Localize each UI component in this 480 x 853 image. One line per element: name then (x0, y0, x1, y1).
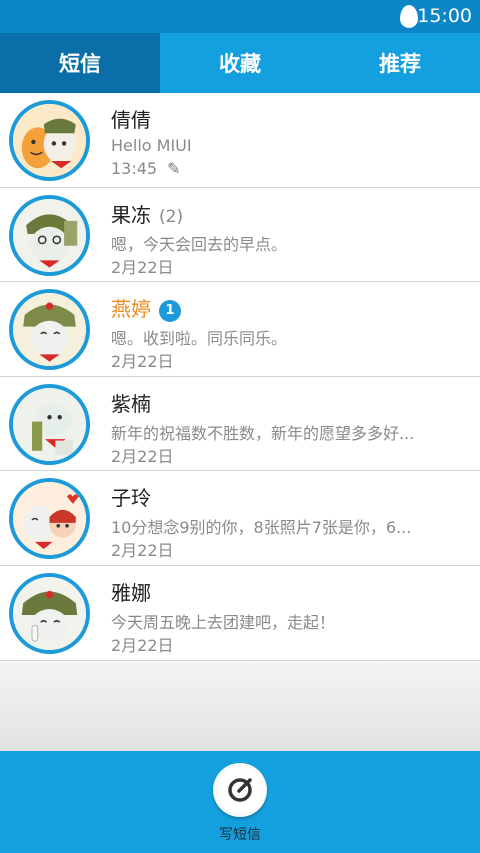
bottom-action-bar: 写短信 (0, 751, 480, 853)
egg-icon (400, 5, 418, 28)
message-preview: 10分想念9别的你，8张照片7张是你，6... (111, 518, 412, 538)
tab-sms[interactable]: 短信 (0, 33, 160, 93)
tab-recommended[interactable]: 推荐 (320, 33, 480, 93)
avatar[interactable] (9, 572, 90, 654)
contact-name: 燕婷 1 (111, 293, 181, 323)
empty-list-area (0, 661, 480, 751)
message-preview: Hello MIUI (111, 136, 192, 155)
avatar[interactable] (9, 289, 90, 371)
compose-label: 写短信 (219, 827, 261, 843)
message-time: 2月22日 (111, 257, 174, 277)
avatar[interactable] (9, 383, 90, 465)
message-time: 2月22日 (111, 541, 174, 561)
contact-name: 倩倩 (111, 108, 151, 132)
contact-name: 子玲 (111, 486, 151, 511)
contact-name: 果冻 (2) (111, 202, 184, 227)
unread-badge: 1 (159, 300, 181, 323)
message-time: 2月22日 (111, 635, 174, 655)
contact-name: 雅娜 (111, 580, 151, 605)
tab-favorites[interactable]: 收藏 (160, 33, 320, 93)
draft-pencil-icon: ✎ (167, 159, 181, 178)
status-time: 15:00 (417, 5, 472, 27)
avatar[interactable] (9, 194, 90, 276)
message-count: (2) (159, 206, 184, 227)
message-time: 2月22日 (111, 352, 174, 372)
conversation-row[interactable]: 倩倩 Hello MIUI 13:45 ✎ (0, 93, 480, 188)
conversation-row[interactable]: 燕婷 1 嗯。收到啦。同乐同乐。 2月22日 (0, 282, 480, 377)
conversation-row[interactable]: 雅娜 今天周五晚上去团建吧，走起！ 2月22日 (0, 565, 480, 661)
conversation-list: 倩倩 Hello MIUI 13:45 ✎ 果冻 (2) 嗯，今天会回去的早点。… (0, 93, 480, 661)
message-preview: 今天周五晚上去团建吧，走起！ (111, 612, 336, 632)
message-preview: 嗯。收到啦。同乐同乐。 (111, 329, 288, 349)
avatar[interactable] (9, 478, 90, 560)
tab-bar: 短信 收藏 推荐 (0, 33, 480, 93)
avatar[interactable] (9, 100, 90, 181)
compose-icon (228, 778, 252, 802)
message-preview: 嗯，今天会回去的早点。 (111, 234, 288, 254)
conversation-row[interactable]: 紫楠 新年的祝福数不胜数，新年的愿望多多好... 2月22日 (0, 376, 480, 472)
compose-button[interactable] (213, 763, 267, 817)
conversation-row[interactable]: 果冻 (2) 嗯，今天会回去的早点。 2月22日 (0, 187, 480, 283)
conversation-row[interactable]: 子玲 10分想念9别的你，8张照片7张是你，6... 2月22日 (0, 471, 480, 566)
status-bar: 15:00 (0, 0, 480, 33)
contact-name: 紫楠 (111, 391, 151, 416)
message-time: 13:45 ✎ (111, 159, 181, 178)
message-time: 2月22日 (111, 446, 174, 466)
message-preview: 新年的祝福数不胜数，新年的愿望多多好... (111, 423, 415, 443)
